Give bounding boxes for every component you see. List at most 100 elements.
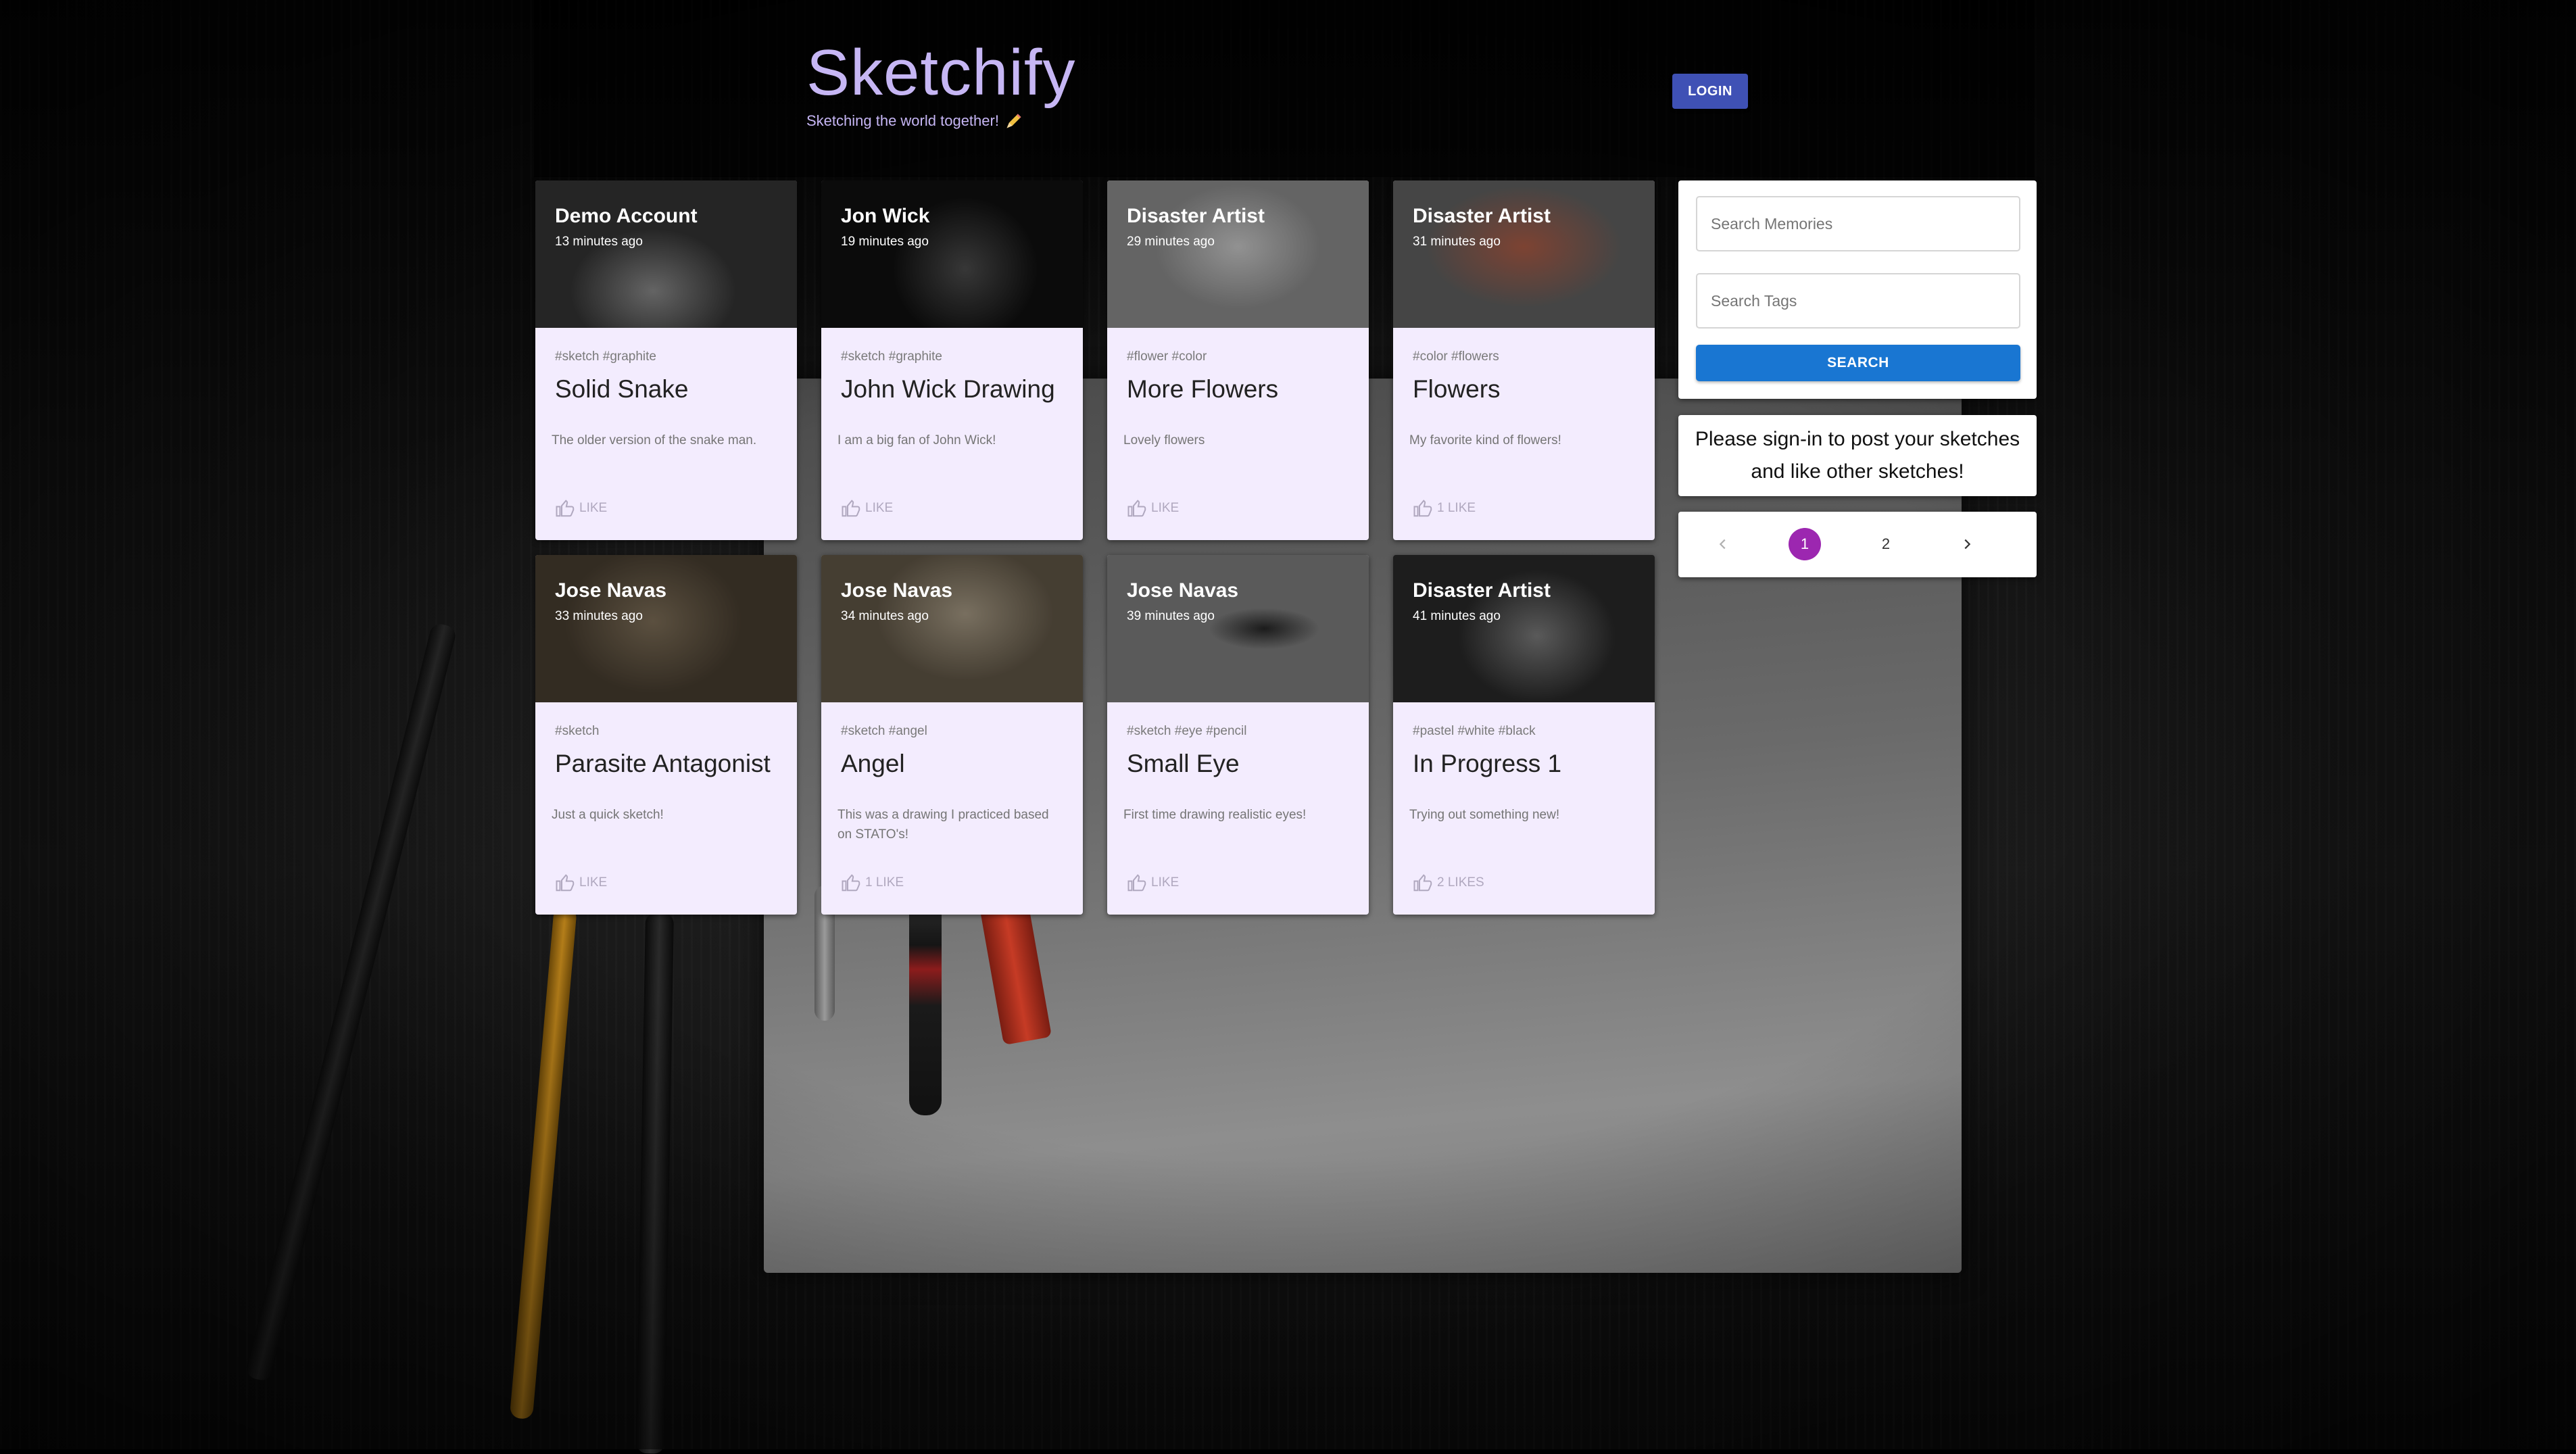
post-time: 19 minutes ago bbox=[841, 235, 929, 249]
post-title: Small Eye bbox=[1127, 750, 1240, 777]
like-button[interactable]: LIKE bbox=[841, 498, 893, 518]
post-message: This was a drawing I practiced based on … bbox=[837, 808, 1049, 842]
post-tags: #sketch #graphite bbox=[555, 349, 656, 364]
app-subtitle: Sketching the world together! bbox=[806, 112, 1075, 130]
like-button[interactable]: LIKE bbox=[555, 498, 607, 518]
post-title: Angel bbox=[841, 750, 905, 777]
like-count: 1 LIKE bbox=[1437, 501, 1476, 515]
post-message: My favorite kind of flowers! bbox=[1409, 433, 1561, 447]
previous-page-button[interactable] bbox=[1707, 528, 1739, 560]
post-card[interactable]: Jose Navas 34 minutes ago #sketch #angel… bbox=[821, 555, 1083, 915]
post-time: 39 minutes ago bbox=[1127, 609, 1215, 623]
post-message: I am a big fan of John Wick! bbox=[837, 433, 996, 447]
page-button-1[interactable]: 1 bbox=[1789, 528, 1821, 560]
post-card[interactable]: Jon Wick 19 minutes ago #sketch #graphit… bbox=[821, 180, 1083, 540]
post-card[interactable]: Disaster Artist 31 minutes ago #color #f… bbox=[1393, 180, 1655, 540]
like-count: 1 LIKE bbox=[865, 875, 904, 890]
post-message: Lovely flowers bbox=[1123, 433, 1205, 447]
like-button[interactable]: 2 LIKES bbox=[1413, 873, 1484, 893]
post-time: 13 minutes ago bbox=[555, 235, 643, 249]
post-author: Jose Navas bbox=[1127, 579, 1239, 602]
post-title: John Wick Drawing bbox=[841, 375, 1055, 403]
next-page-button[interactable] bbox=[1951, 528, 1983, 560]
login-button[interactable]: LOGIN bbox=[1672, 74, 1748, 109]
post-image bbox=[821, 180, 1083, 328]
post-title: Flowers bbox=[1413, 375, 1501, 403]
post-image bbox=[535, 180, 797, 328]
post-image bbox=[1393, 180, 1655, 328]
chevron-left-icon bbox=[1719, 539, 1726, 550]
app-subtitle-text: Sketching the world together! bbox=[806, 112, 999, 129]
post-title: More Flowers bbox=[1127, 375, 1279, 403]
post-time: 33 minutes ago bbox=[555, 609, 643, 623]
pencil-icon bbox=[1006, 114, 1021, 128]
post-author: Jose Navas bbox=[841, 579, 953, 602]
like-count: LIKE bbox=[579, 501, 608, 515]
like-button[interactable]: 1 LIKE bbox=[841, 873, 904, 893]
posts-grid: Demo Account 13 minutes ago #sketch #gra… bbox=[535, 180, 1655, 915]
post-title: Solid Snake bbox=[555, 375, 689, 403]
like-count: 2 LIKES bbox=[1437, 875, 1484, 890]
post-image bbox=[821, 555, 1083, 702]
post-tags: #sketch #angel bbox=[841, 724, 927, 738]
like-button[interactable]: LIKE bbox=[1127, 873, 1179, 893]
post-title: In Progress 1 bbox=[1413, 750, 1562, 777]
search-tags-input[interactable] bbox=[1696, 273, 2020, 329]
post-time: 31 minutes ago bbox=[1413, 235, 1501, 249]
like-count: LIKE bbox=[865, 501, 894, 515]
like-button[interactable]: 1 LIKE bbox=[1413, 498, 1476, 518]
post-message: Trying out something new! bbox=[1409, 808, 1560, 822]
search-memories-input[interactable] bbox=[1696, 196, 2020, 251]
post-card[interactable]: Jose Navas 33 minutes ago #sketch Parasi… bbox=[535, 555, 797, 915]
like-button[interactable]: LIKE bbox=[555, 873, 607, 893]
post-author: Jon Wick bbox=[841, 205, 930, 227]
chevron-right-icon bbox=[1964, 539, 1971, 550]
post-author: Disaster Artist bbox=[1413, 579, 1551, 602]
post-card[interactable]: Jose Navas 39 minutes ago #sketch #eye #… bbox=[1107, 555, 1369, 915]
post-image bbox=[535, 555, 797, 702]
post-tags: #sketch bbox=[555, 724, 600, 738]
post-card[interactable]: Disaster Artist 29 minutes ago #flower #… bbox=[1107, 180, 1369, 540]
post-image bbox=[1393, 555, 1655, 702]
app-title[interactable]: Sketchify bbox=[806, 37, 1075, 109]
thumb-up-icon bbox=[842, 500, 860, 517]
post-message: First time drawing realistic eyes! bbox=[1123, 808, 1307, 822]
post-image bbox=[1107, 555, 1369, 702]
post-time: 34 minutes ago bbox=[841, 609, 929, 623]
thumb-up-icon bbox=[556, 874, 575, 892]
pagination: 1 2 bbox=[1678, 512, 2037, 577]
signin-notice: Please sign-in to post your sketches and… bbox=[1678, 415, 2037, 496]
like-count: LIKE bbox=[579, 875, 608, 890]
post-message: Just a quick sketch! bbox=[552, 808, 664, 822]
signin-notice-text: Please sign-in to post your sketches and… bbox=[1695, 428, 2020, 483]
post-author: Disaster Artist bbox=[1127, 205, 1265, 227]
search-panel: SEARCH bbox=[1678, 180, 2037, 399]
post-author: Disaster Artist bbox=[1413, 205, 1551, 227]
search-button[interactable]: SEARCH bbox=[1696, 345, 2020, 381]
like-count: LIKE bbox=[1151, 501, 1180, 515]
post-tags: #sketch #graphite bbox=[841, 349, 942, 364]
post-card[interactable]: Disaster Artist 41 minutes ago #pastel #… bbox=[1393, 555, 1655, 915]
post-author: Jose Navas bbox=[555, 579, 667, 602]
post-author: Demo Account bbox=[555, 205, 698, 227]
thumb-up-icon bbox=[556, 500, 575, 517]
thumb-up-icon bbox=[1127, 874, 1146, 892]
thumb-up-icon bbox=[1413, 874, 1432, 892]
post-tags: #sketch #eye #pencil bbox=[1127, 724, 1247, 738]
post-card[interactable]: Demo Account 13 minutes ago #sketch #gra… bbox=[535, 180, 797, 540]
brand: Sketchify Sketching the world together! bbox=[806, 37, 1075, 130]
thumb-up-icon bbox=[1127, 500, 1146, 517]
post-tags: #flower #color bbox=[1127, 349, 1207, 364]
page-button-2[interactable]: 2 bbox=[1870, 528, 1902, 560]
post-image bbox=[1107, 180, 1369, 328]
post-title: Parasite Antagonist bbox=[555, 750, 771, 777]
thumb-up-icon bbox=[1413, 500, 1432, 517]
thumb-up-icon bbox=[842, 874, 860, 892]
post-tags: #pastel #white #black bbox=[1413, 724, 1536, 738]
app-header bbox=[534, 0, 2035, 177]
like-button[interactable]: LIKE bbox=[1127, 498, 1179, 518]
post-tags: #color #flowers bbox=[1413, 349, 1499, 364]
post-time: 29 minutes ago bbox=[1127, 235, 1215, 249]
like-count: LIKE bbox=[1151, 875, 1180, 890]
post-message: The older version of the snake man. bbox=[552, 433, 757, 447]
